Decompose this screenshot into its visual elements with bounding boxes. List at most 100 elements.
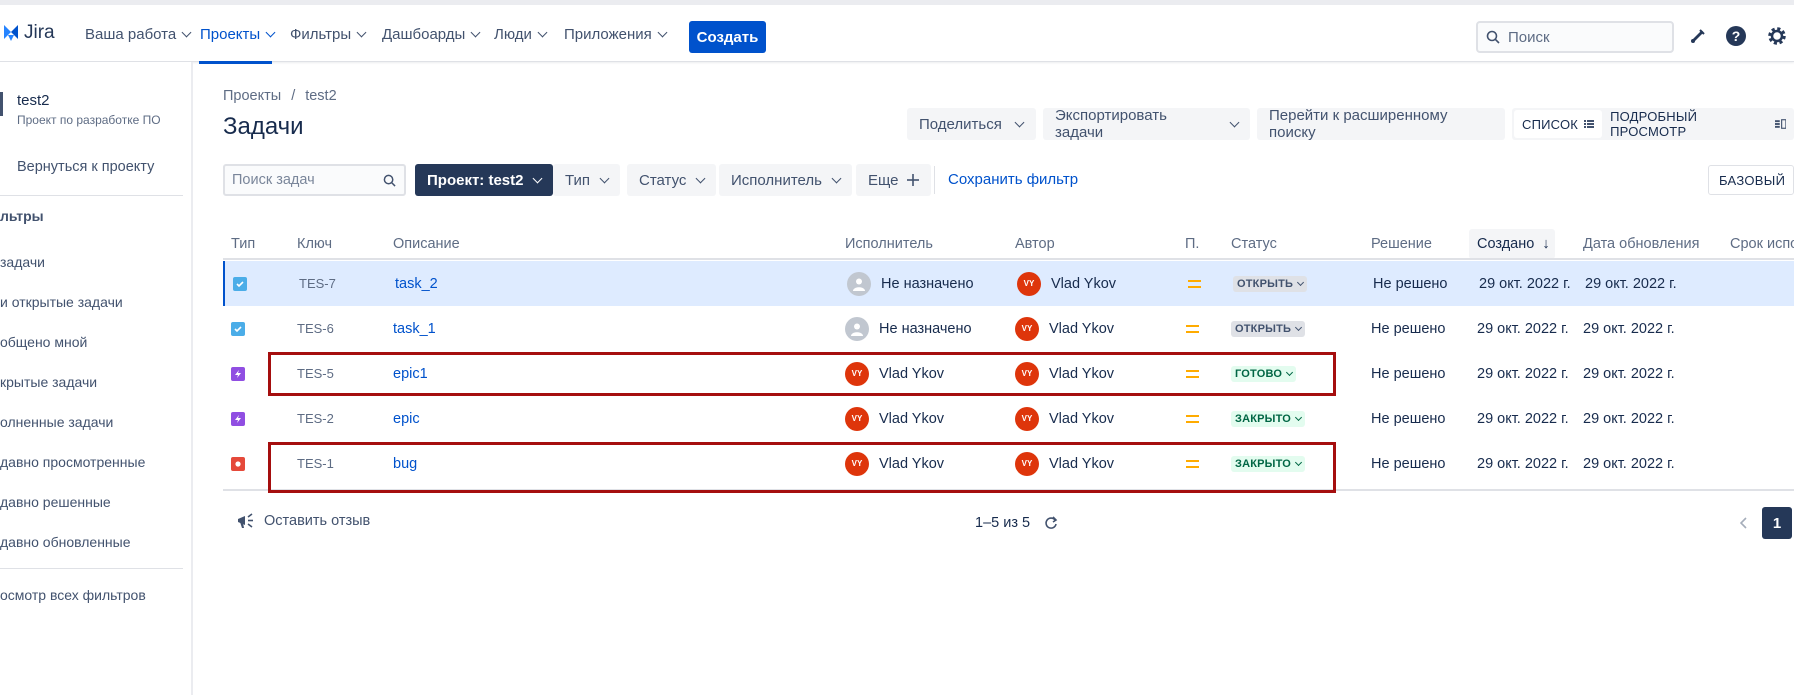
view-detail-button[interactable]: ПОДРОБНЫЙ ПРОСМОТР xyxy=(1602,109,1794,139)
page-button-current[interactable]: 1 xyxy=(1762,507,1792,539)
back-to-project-link[interactable]: Вернуться к проекту xyxy=(17,159,154,175)
column-header-priority[interactable]: П. xyxy=(1185,236,1199,252)
status-filter-button[interactable]: Статус xyxy=(627,164,717,196)
updated-cell: 29 окт. 2022 г. xyxy=(1583,365,1675,382)
table-row[interactable]: TES-2 epic VY Vlad Ykov VY Vlad Ykov ЗАКРЫТО Не… xyxy=(223,396,1794,441)
assignee-cell[interactable]: Не назначено xyxy=(845,306,972,351)
nav-projects[interactable]: Проекты xyxy=(200,26,276,43)
search-placeholder: Поиск xyxy=(1508,28,1550,46)
status-cell[interactable]: ОТКРЫТЬ xyxy=(1231,306,1306,351)
issue-type-cell[interactable] xyxy=(231,351,245,396)
nav-apps[interactable]: Приложения xyxy=(564,26,668,43)
reporter-cell[interactable]: VY Vlad Ykov xyxy=(1017,261,1116,306)
sidebar-item-open-issues[interactable]: крытые задачи xyxy=(0,374,97,390)
sidebar-item-recently-viewed[interactable]: давно просмотренные xyxy=(0,454,145,470)
table-row[interactable]: TES-7 task_2 Не назначено VY Vlad Ykov ОТКРЫТ… xyxy=(223,261,1794,306)
export-issues-button[interactable]: Экспортировать задачи xyxy=(1043,107,1250,141)
advanced-search-label: Перейти к расширенному поиску xyxy=(1269,107,1448,141)
reporter-cell[interactable]: VY Vlad Ykov xyxy=(1015,396,1114,441)
assignee-cell[interactable]: VY Vlad Ykov xyxy=(845,396,944,441)
column-header-type[interactable]: Тип xyxy=(231,236,255,252)
breadcrumb-projects[interactable]: Проекты xyxy=(223,88,281,104)
notifications-icon[interactable] xyxy=(1686,24,1710,48)
priority-cell xyxy=(1186,306,1199,351)
sidebar-filters-heading: льтры xyxy=(0,208,44,224)
issue-type-cell[interactable] xyxy=(233,261,247,306)
status-label: ОТКРЫТЬ xyxy=(1237,277,1294,290)
reporter-name: Vlad Ykov xyxy=(1051,275,1117,292)
sidebar-project-name[interactable]: test2 xyxy=(17,92,50,109)
issue-type-cell[interactable] xyxy=(231,396,245,441)
column-header-updated[interactable]: Дата обновления xyxy=(1583,236,1699,252)
chevron-down-icon xyxy=(831,173,842,183)
nav-dashboards[interactable]: Дашбоарды xyxy=(382,26,481,43)
avatar: VY xyxy=(1015,406,1039,431)
issue-key[interactable]: TES-2 xyxy=(297,396,334,441)
status-cell[interactable]: ОТКРЫТЬ xyxy=(1233,261,1308,306)
create-button[interactable]: Создать xyxy=(689,21,766,53)
settings-icon[interactable] xyxy=(1765,24,1789,48)
assignee-filter-button[interactable]: Исполнитель xyxy=(719,164,852,196)
column-header-due[interactable]: Срок испо xyxy=(1730,236,1794,252)
issue-key[interactable]: TES-6 xyxy=(297,306,334,351)
nav-filters[interactable]: Фильтры xyxy=(290,26,367,43)
advanced-search-button[interactable]: Перейти к расширенному поиску xyxy=(1257,107,1505,141)
results-count: 1–5 из 5 xyxy=(975,515,1058,531)
nav-your-work[interactable]: Ваша работа xyxy=(85,26,192,43)
column-header-reporter[interactable]: Автор xyxy=(1015,236,1055,252)
unassigned-avatar xyxy=(845,316,869,341)
column-header-status[interactable]: Статус xyxy=(1231,236,1277,252)
status-lozenge[interactable]: ОТКРЫТЬ xyxy=(1231,320,1306,337)
refresh-icon[interactable] xyxy=(1044,516,1058,530)
previous-page-button[interactable] xyxy=(1737,514,1751,532)
issue-type-cell[interactable] xyxy=(231,441,245,486)
sidebar-item-my-issues[interactable]: задачи xyxy=(0,254,45,270)
nav-people[interactable]: Люди xyxy=(494,26,548,43)
global-search-input[interactable]: Поиск xyxy=(1476,21,1674,53)
sidebar-item-recently-updated[interactable]: давно обновленные xyxy=(0,534,131,550)
reporter-cell[interactable]: VY Vlad Ykov xyxy=(1015,306,1114,351)
column-header-resolution[interactable]: Решение xyxy=(1371,236,1432,252)
status-lozenge[interactable]: ОТКРЫТЬ xyxy=(1233,275,1308,292)
view-list-button[interactable]: СПИСОК xyxy=(1514,110,1603,138)
help-icon[interactable]: ? xyxy=(1724,24,1748,48)
issue-search-input[interactable]: Поиск задач xyxy=(223,164,406,196)
chevron-down-icon xyxy=(1295,323,1303,331)
feedback-button[interactable]: Оставить отзыв xyxy=(236,512,370,530)
breadcrumb-project[interactable]: test2 xyxy=(305,88,336,104)
issue-summary-link[interactable]: task_2 xyxy=(395,261,438,306)
priority-medium-icon xyxy=(1188,279,1201,288)
column-header-created[interactable]: Создано ↓ xyxy=(1477,236,1550,252)
sidebar-item-done-issues[interactable]: олненные задачи xyxy=(0,414,113,430)
sidebar-item-my-open-issues[interactable]: и открытые задачи xyxy=(0,294,123,310)
status-lozenge[interactable]: ЗАКРЫТО xyxy=(1231,410,1306,427)
avatar: VY xyxy=(1015,316,1039,341)
resolution-cell: Не решено xyxy=(1373,275,1448,292)
issue-key[interactable]: TES-7 xyxy=(299,261,336,306)
issue-summary-link[interactable]: task_1 xyxy=(393,306,436,351)
sidebar-view-all-filters[interactable]: осмотр всех фильтров xyxy=(0,587,146,603)
assignee-cell[interactable]: Не назначено xyxy=(847,261,974,306)
type-filter-button[interactable]: Тип xyxy=(553,164,621,196)
share-button[interactable]: Поделиться xyxy=(907,108,1036,140)
jira-logo[interactable]: Jira xyxy=(2,22,55,44)
resolution-cell: Не решено xyxy=(1371,410,1446,427)
column-header-summary[interactable]: Описание xyxy=(393,236,460,252)
column-header-assignee[interactable]: Исполнитель xyxy=(845,236,933,252)
resolution-cell: Не решено xyxy=(1371,365,1446,382)
more-filters-button[interactable]: Еще xyxy=(856,164,931,196)
sidebar-item-recently-resolved[interactable]: давно решенные xyxy=(0,494,111,510)
table-row[interactable]: TES-6 task_1 Не назначено VY Vlad Ykov ОТКРЫТ… xyxy=(223,306,1794,351)
issue-type-cell[interactable] xyxy=(231,306,245,351)
project-filter-button[interactable]: Проект: test2 xyxy=(415,164,554,196)
breadcrumb-separator: / xyxy=(291,88,296,104)
save-filter-link[interactable]: Сохранить фильтр xyxy=(948,171,1078,188)
issue-summary-link[interactable]: epic xyxy=(393,396,420,441)
chevron-down-icon xyxy=(1297,278,1305,286)
column-header-key[interactable]: Ключ xyxy=(297,236,332,252)
sidebar-item-reported-by-me[interactable]: общено мной xyxy=(0,334,87,350)
highlight-box xyxy=(268,352,1336,396)
assignee-name: Vlad Ykov xyxy=(879,410,945,427)
basic-mode-button[interactable]: БАЗОВЫЙ xyxy=(1708,165,1794,195)
status-cell[interactable]: ЗАКРЫТО xyxy=(1231,396,1306,441)
